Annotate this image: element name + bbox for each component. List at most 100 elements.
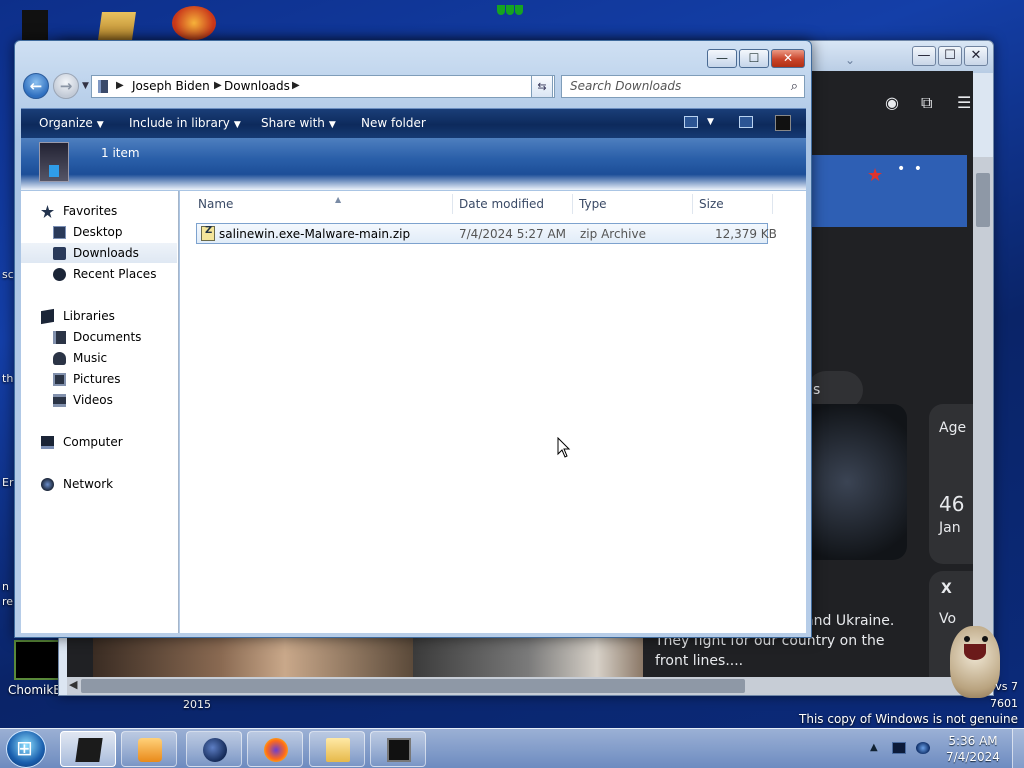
taskbar-globe-button[interactable] [186, 731, 242, 767]
browser-horizontal-scrollbar[interactable]: ◀ [67, 677, 973, 695]
nav-network[interactable]: Network [21, 474, 177, 494]
column-divider[interactable] [572, 194, 573, 214]
action-center-icon[interactable] [892, 742, 906, 754]
system-clock[interactable]: 5:36 AM 7/4/2024 [938, 733, 1008, 765]
video-thumbnail[interactable] [93, 637, 413, 677]
nav-libraries[interactable]: Libraries [21, 306, 177, 326]
pictures-icon [53, 373, 66, 386]
file-list-pane: Name ▲ Date modified Type Size salinewin.… [180, 191, 806, 633]
nav-favorites[interactable]: Favorites [21, 201, 177, 221]
browser-maximize-button[interactable]: ☐ [938, 46, 962, 66]
documents-icon [53, 331, 66, 344]
breadcrumb-user[interactable]: Joseph Biden [132, 79, 210, 93]
menu-icon[interactable]: ☰ [957, 93, 971, 112]
file-row[interactable]: salinewin.exe-Malware-main.zip 7/4/2024 … [196, 223, 777, 244]
browser-close-button[interactable]: ✕ [964, 46, 988, 66]
address-bar[interactable]: ▶ Joseph Biden ▶ Downloads ▶ ▼ [91, 75, 555, 98]
desktop-label-fragment: Er [2, 476, 14, 489]
column-header-name[interactable]: Name ▲ [198, 195, 341, 215]
column-divider[interactable] [772, 194, 773, 214]
mouse-pointer-icon [557, 437, 571, 458]
nav-desktop[interactable]: Desktop [21, 222, 177, 242]
search-icon[interactable]: ⌕ [791, 79, 798, 94]
video-thumbnail[interactable] [413, 637, 643, 677]
nav-label: Pictures [73, 372, 121, 386]
chevron-right-icon[interactable]: ▶ [292, 80, 300, 91]
nav-documents[interactable]: Documents [21, 327, 177, 347]
extensions-icon[interactable]: ⧉ [921, 93, 932, 113]
nav-label: Documents [73, 330, 142, 344]
nav-label: Computer [63, 435, 123, 449]
taskbar-explorer-button[interactable] [60, 731, 116, 767]
media-player-icon [138, 738, 162, 762]
chomik-desktop-icon[interactable] [14, 640, 60, 680]
recent-pages-arrow-icon[interactable]: ▼ [82, 81, 89, 91]
computer-icon [98, 80, 108, 93]
pocket-icon[interactable]: ◉ [885, 93, 899, 112]
start-button[interactable] [6, 730, 46, 768]
scroll-left-icon[interactable]: ◀ [69, 678, 77, 691]
desktop-icon [53, 226, 66, 239]
nav-computer[interactable]: Computer [21, 432, 177, 452]
desktop-label-fragment: sc [2, 268, 14, 281]
scrollbar-thumb[interactable] [81, 679, 745, 693]
change-view-icon[interactable] [684, 116, 698, 128]
chevron-down-icon[interactable]: ⌄ [845, 53, 855, 67]
nav-label: Videos [73, 393, 113, 407]
file-date-modified: 7/4/2024 5:27 AM [459, 227, 567, 241]
taskbar-firefox-button[interactable] [247, 731, 303, 767]
desktop-app-icon[interactable] [22, 10, 48, 40]
nav-pictures[interactable]: Pictures [21, 369, 177, 389]
column-header-date-modified[interactable]: Date modified [459, 197, 544, 215]
taskbar: ▲ 5:36 AM 7/4/2024 [0, 728, 1024, 768]
column-divider[interactable] [452, 194, 453, 214]
windows-build-text: 7601 [990, 697, 1018, 710]
nav-recent-places[interactable]: Recent Places [21, 264, 177, 284]
taskbar-folder-button[interactable] [309, 731, 365, 767]
browser-vertical-scrollbar[interactable] [973, 157, 993, 677]
network-tray-icon[interactable] [916, 742, 930, 754]
desktop-media-icon[interactable] [172, 6, 216, 40]
column-header-size[interactable]: Size [699, 197, 724, 215]
doodle-banner[interactable]: ★ • • [807, 155, 967, 227]
browser-minimize-button[interactable]: — [912, 46, 936, 66]
sort-ascending-icon: ▲ [335, 195, 342, 204]
search-input[interactable]: Search Downloads ⌕ [561, 75, 805, 98]
organize-button[interactable]: Organize ▼ [39, 116, 104, 130]
minimize-button[interactable]: — [707, 49, 737, 68]
refresh-button[interactable]: ⇆ [531, 75, 553, 98]
show-desktop-button[interactable] [1012, 729, 1024, 768]
include-in-library-button[interactable]: Include in library ▼ [129, 116, 241, 130]
desktop-folder-icon[interactable] [98, 12, 136, 40]
nav-downloads[interactable]: Downloads [21, 243, 177, 263]
news-card[interactable]: Age 46 Jan [929, 404, 973, 564]
view-options-arrow-icon[interactable]: ▼ [707, 117, 714, 127]
back-button[interactable]: ← [23, 73, 49, 99]
taskbar-media-button[interactable] [121, 731, 177, 767]
chevron-right-icon[interactable]: ▶ [214, 80, 222, 91]
new-folder-button[interactable]: New folder [361, 116, 426, 130]
downloads-icon [53, 247, 66, 260]
show-hidden-icons-arrow[interactable]: ▲ [870, 742, 878, 753]
preview-pane-icon[interactable] [739, 116, 753, 128]
music-icon [53, 352, 66, 365]
maximize-button[interactable]: ☐ [739, 49, 769, 68]
star-icon: ★ [867, 165, 884, 186]
close-button[interactable]: ✕ [771, 49, 805, 68]
network-icon [41, 478, 54, 491]
chevron-right-icon[interactable]: ▶ [116, 80, 124, 91]
news-image[interactable] [807, 404, 907, 560]
nav-music[interactable]: Music [21, 348, 177, 368]
forward-button[interactable]: → [53, 73, 79, 99]
navigation-bar: ← → ▼ ▶ Joseph Biden ▶ Downloads ▶ ▼ ⇆ S… [21, 72, 805, 102]
desktop-top-icons [0, 0, 260, 40]
scrollbar-thumb[interactable] [976, 173, 990, 227]
help-icon[interactable] [775, 115, 791, 131]
share-with-button[interactable]: Share with ▼ [261, 116, 336, 130]
nav-videos[interactable]: Videos [21, 390, 177, 410]
column-divider[interactable] [692, 194, 693, 214]
column-header-type[interactable]: Type [579, 197, 607, 215]
taskbar-monitor-button[interactable] [370, 731, 426, 767]
item-count: 1 item [101, 146, 140, 160]
breadcrumb-downloads[interactable]: Downloads [224, 79, 290, 93]
